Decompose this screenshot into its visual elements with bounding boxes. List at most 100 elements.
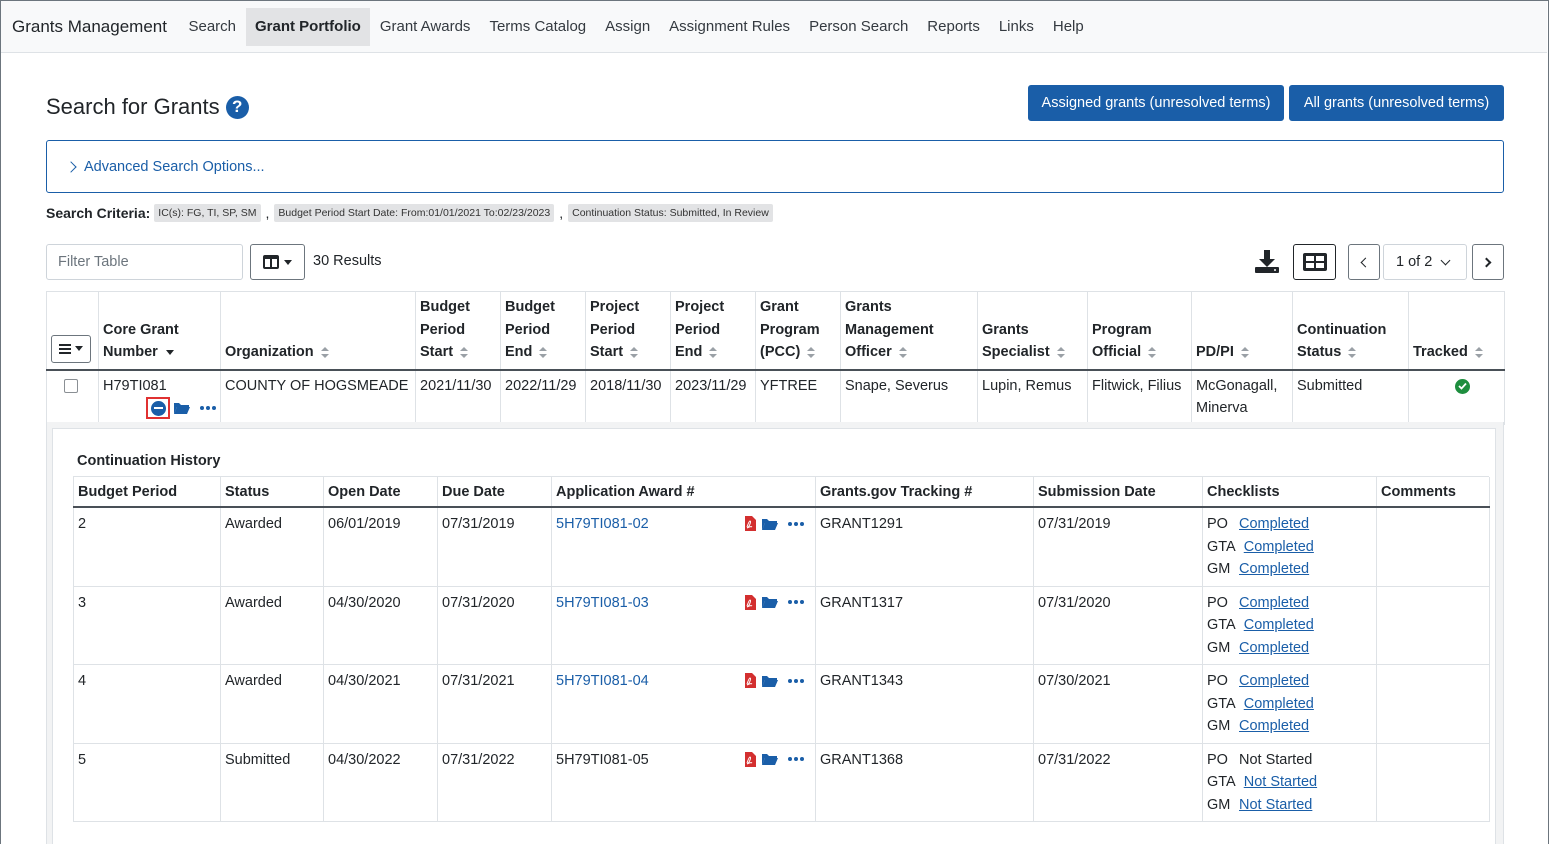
prev-page-button[interactable] — [1348, 244, 1380, 280]
cell-pdpi: McGonagall, Minerva — [1191, 369, 1293, 425]
sort-desc-icon — [165, 349, 174, 355]
help-icon[interactable]: ? — [225, 95, 249, 119]
download-icon[interactable] — [1253, 247, 1281, 275]
continuation-history-card: Continuation History Budget Period Statu… — [52, 428, 1496, 844]
caret-down-icon — [284, 259, 292, 265]
th-bp-start[interactable]: Budget Period Start — [415, 291, 501, 371]
checklist-state[interactable]: Completed — [1239, 592, 1309, 615]
cell-comments — [1376, 742, 1490, 822]
next-page-button[interactable] — [1472, 244, 1504, 280]
row-menu-button[interactable] — [51, 334, 91, 363]
column-chooser-button[interactable] — [250, 244, 305, 280]
filter-table-input[interactable] — [46, 244, 243, 280]
grant-number: H79TI081 — [103, 377, 167, 394]
more-icon[interactable] — [199, 405, 217, 411]
checklist-state[interactable]: Completed — [1239, 715, 1309, 738]
continuation-history-title: Continuation History — [73, 445, 1489, 477]
th-core-grant[interactable]: Core Grant Number — [98, 291, 221, 371]
collapse-row-button[interactable] — [146, 397, 170, 419]
more-icon[interactable] — [787, 678, 805, 684]
grid-view-button[interactable] — [1293, 244, 1336, 280]
th-bp-end[interactable]: Budget Period End — [500, 291, 586, 371]
more-icon[interactable] — [787, 521, 805, 527]
page-select[interactable]: 1 of 2 — [1383, 244, 1467, 280]
award-actions — [744, 673, 805, 688]
advanced-search-toggle[interactable]: Advanced Search Options... — [46, 140, 1504, 193]
cell-tracked — [1408, 369, 1505, 425]
th-pp-start[interactable]: Project Period Start — [585, 291, 671, 371]
check-circle-icon — [1455, 378, 1470, 394]
checklist-state[interactable]: Completed — [1239, 670, 1309, 693]
th-continuation-status[interactable]: Continuation Status — [1292, 291, 1409, 371]
nav-help[interactable]: Help — [1043, 8, 1093, 46]
cell-checklists: PO Completed GTA Completed GM Completed — [1202, 664, 1377, 744]
row-checkbox[interactable] — [64, 378, 78, 393]
checklist-line: PO Completed — [1207, 513, 1372, 536]
checklist-line: GTA Not Started — [1207, 771, 1372, 794]
search-criteria: Search Criteria: IC(s): FG, TI, SP, SM ,… — [46, 204, 773, 222]
pdf-icon[interactable] — [744, 673, 756, 688]
chevron-right-icon — [1481, 257, 1492, 267]
th-program[interactable]: Grant Program (PCC) — [755, 291, 841, 371]
award-number[interactable]: 5H79TI081-04 — [556, 670, 649, 693]
checklist-state[interactable]: Completed — [1244, 614, 1314, 637]
cell-budget-period: 2 — [73, 506, 221, 587]
award-actions — [744, 516, 805, 531]
more-icon[interactable] — [787, 599, 805, 605]
checklist-state[interactable]: Completed — [1239, 558, 1309, 581]
th-organization[interactable]: Organization — [220, 291, 416, 371]
pdf-icon[interactable] — [744, 516, 756, 531]
cell-due-date: 07/31/2019 — [437, 506, 552, 587]
folder-icon[interactable] — [761, 517, 779, 531]
folder-icon[interactable] — [173, 401, 191, 415]
brand[interactable]: Grants Management — [1, 17, 179, 37]
more-icon[interactable] — [787, 756, 805, 762]
checklist-state[interactable]: Completed — [1244, 693, 1314, 716]
award-number: 5H79TI081-05 — [556, 751, 649, 768]
checklist-state[interactable]: Not Started — [1244, 771, 1317, 794]
checklist-state[interactable]: Completed — [1244, 536, 1314, 559]
award-number[interactable]: 5H79TI081-03 — [556, 592, 649, 615]
checklist-state[interactable]: Completed — [1239, 637, 1309, 660]
th-gmo[interactable]: Grants Management Officer — [840, 291, 978, 371]
checklist-state[interactable]: Not Started — [1239, 794, 1312, 817]
criteria-chip-budget-date: Budget Period Start Date: From:01/01/202… — [274, 204, 555, 222]
all-grants-button[interactable]: All grants (unresolved terms) — [1289, 85, 1504, 121]
cell-status: Awarded — [220, 664, 324, 744]
cell-award: 5H79TI081-02 — [551, 506, 816, 587]
nav-grant-awards[interactable]: Grant Awards — [370, 8, 480, 46]
cell-comments — [1376, 585, 1490, 665]
th-pp-end[interactable]: Project Period End — [670, 291, 756, 371]
cell-award: 5H79TI081-03 — [551, 585, 816, 665]
th-specialist[interactable]: Grants Specialist — [977, 291, 1088, 371]
pdf-icon[interactable] — [744, 594, 756, 610]
nav-terms-catalog[interactable]: Terms Catalog — [480, 8, 596, 46]
criteria-label: Search Criteria: — [46, 205, 151, 221]
nav-person-search[interactable]: Person Search — [800, 8, 918, 46]
nav-search[interactable]: Search — [179, 8, 246, 46]
th-pdpi[interactable]: PD/PI — [1191, 291, 1293, 371]
nav-reports[interactable]: Reports — [918, 8, 990, 46]
checklist-state[interactable]: Completed — [1239, 513, 1309, 536]
nav-assign[interactable]: Assign — [596, 8, 660, 46]
cell-submission-date: 07/31/2020 — [1033, 585, 1203, 665]
th-tracking: Grants.gov Tracking # — [815, 477, 1034, 508]
checklist-line: GM Completed — [1207, 637, 1372, 660]
folder-icon[interactable] — [761, 674, 779, 688]
th-tracked[interactable]: Tracked — [1408, 291, 1505, 371]
folder-icon[interactable] — [761, 595, 779, 609]
cell-budget-period: 3 — [73, 585, 221, 665]
checklist-role: GTA — [1207, 695, 1236, 712]
history-row: 5 Submitted 04/30/2022 07/31/2022 5H79TI… — [73, 742, 1490, 822]
award-number[interactable]: 5H79TI081-02 — [556, 513, 649, 536]
nav-links[interactable]: Links — [989, 8, 1043, 46]
th-select — [46, 291, 99, 371]
grid-view-icon — [1302, 253, 1327, 271]
th-program-official[interactable]: Program Official — [1087, 291, 1192, 371]
assigned-grants-button[interactable]: Assigned grants (unresolved terms) — [1028, 85, 1284, 121]
expanded-row: Continuation History Budget Period Statu… — [46, 422, 1504, 844]
nav-assignment-rules[interactable]: Assignment Rules — [660, 8, 800, 46]
nav-grant-portfolio[interactable]: Grant Portfolio — [245, 7, 371, 46]
pdf-icon[interactable] — [744, 751, 756, 767]
folder-icon[interactable] — [761, 752, 779, 766]
